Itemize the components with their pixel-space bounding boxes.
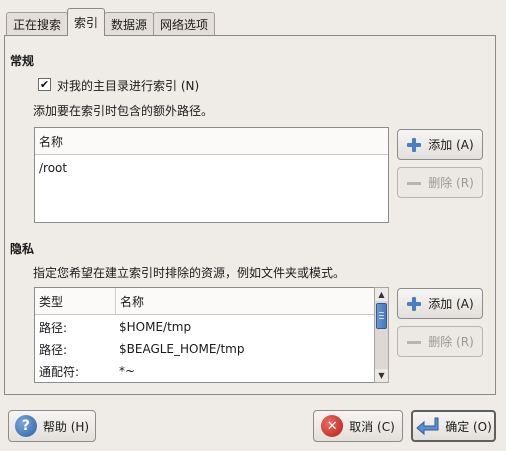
add-path-button-label: 添加 (A) [428, 138, 474, 152]
minus-icon [406, 334, 422, 350]
name-cell: $BEAGLE_HOME/tmp [119, 342, 245, 356]
scroll-thumb[interactable] [376, 303, 387, 329]
index-home-checkbox-label[interactable]: 对我的主目录进行索引 (N) [57, 77, 199, 94]
table-row[interactable]: 路径: $HOME/tmp [35, 316, 374, 338]
column-header-name[interactable]: 名称 [115, 288, 374, 314]
remove-exclusion-button-label: 删除 (R) [428, 335, 474, 349]
help-button-label: 帮助 (H) [42, 419, 90, 434]
scroll-down-arrow-icon[interactable]: ▼ [375, 369, 388, 382]
cancel-button-label: 取消 (C) [349, 419, 395, 434]
remove-exclusion-button[interactable]: 删除 (R) [397, 326, 483, 357]
tab-data-sources[interactable]: 数据源 [104, 12, 155, 36]
name-cell: $HOME/tmp [119, 320, 192, 334]
tab-indexing[interactable]: 索引 [67, 8, 106, 36]
tab-panel-indexing: 常规 ✔ 对我的主目录进行索引 (N) 添加要在索引时包含的额外路径。 名称 /… [4, 35, 496, 395]
general-description: 添加要在索引时包含的额外路径。 [33, 104, 214, 118]
scroll-up-arrow-icon[interactable]: ▲ [375, 288, 388, 301]
column-header-name[interactable]: 名称 [35, 128, 388, 154]
exclude-resources-header[interactable]: 类型 名称 [35, 288, 374, 315]
return-arrow-icon [415, 416, 439, 436]
path-cell: /root [39, 161, 68, 175]
column-header-type[interactable]: 类型 [35, 288, 115, 314]
list-item[interactable]: /root [35, 157, 388, 179]
cancel-icon: ✕ [321, 415, 344, 437]
general-section-title: 常规 [10, 54, 35, 68]
tab-searching[interactable]: 正在搜索 [6, 12, 69, 36]
tab-network-options[interactable]: 网络选项 [153, 12, 216, 36]
type-cell: 路径: [39, 320, 68, 335]
privacy-section-title: 隐私 [10, 242, 35, 256]
ok-button[interactable]: 确定 (O) [411, 410, 496, 442]
remove-path-button-label: 删除 (R) [428, 176, 474, 190]
privacy-description: 指定您希望在建立索引时排除的资源，例如文件夹或模式。 [33, 266, 346, 280]
minus-icon [406, 175, 422, 191]
help-icon: ? [14, 415, 37, 437]
type-cell: 通配符: [39, 364, 80, 379]
exclude-resources-list[interactable]: 类型 名称 路径: $HOME/tmp 路径: $BEAGLE_HOME/tmp… [34, 287, 375, 383]
tab-bar: 正在搜索 索引 数据源 网络选项 [6, 8, 216, 36]
table-row[interactable]: 通配符: *~ [35, 360, 374, 382]
include-paths-header[interactable]: 名称 [35, 128, 388, 155]
ok-button-label: 确定 (O) [445, 419, 492, 434]
cancel-button[interactable]: ✕ 取消 (C) [313, 410, 403, 442]
index-home-checkbox[interactable]: ✔ [38, 78, 51, 91]
exclude-list-scrollbar[interactable]: ▲ ▼ [374, 287, 389, 383]
add-exclusion-button-label: 添加 (A) [428, 297, 474, 311]
plus-icon [406, 296, 422, 312]
add-path-button[interactable]: 添加 (A) [397, 129, 483, 160]
name-cell: *~ [119, 364, 136, 378]
table-row[interactable]: 路径: $BEAGLE_HOME/tmp [35, 338, 374, 360]
plus-icon [406, 137, 422, 153]
help-button[interactable]: ? 帮助 (H) [8, 410, 96, 442]
type-cell: 路径: [39, 342, 68, 357]
add-exclusion-button[interactable]: 添加 (A) [397, 288, 483, 319]
include-paths-list[interactable]: 名称 /root [34, 127, 389, 223]
remove-path-button[interactable]: 删除 (R) [397, 167, 483, 198]
